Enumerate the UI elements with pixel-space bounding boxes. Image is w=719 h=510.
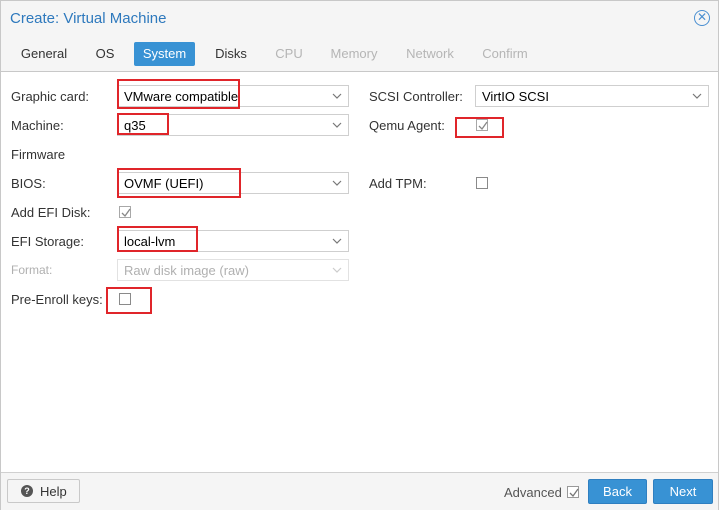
chevron-down-icon: [332, 122, 342, 128]
bios-label: BIOS:: [11, 176, 46, 191]
add-efi-disk-label: Add EFI Disk:: [11, 205, 91, 220]
check-icon: [121, 208, 131, 218]
dialog-title: Create: Virtual Machine: [10, 10, 167, 27]
next-button[interactable]: Next: [653, 479, 713, 504]
tab-os[interactable]: OS: [87, 42, 123, 66]
scsi-controller-select[interactable]: VirtIO SCSI: [475, 85, 709, 107]
format-label: Format:: [11, 263, 53, 277]
tab-cpu: CPU: [275, 46, 303, 61]
highlight-efi-storage: [117, 226, 198, 252]
pre-enroll-keys-label: Pre-Enroll keys:: [11, 292, 103, 307]
dialog-footer: ? Help Advanced Back Next: [1, 472, 718, 510]
highlight-graphic-card: [117, 79, 240, 109]
highlight-machine: [117, 113, 169, 135]
chevron-down-icon: [332, 93, 342, 99]
efi-storage-label: EFI Storage:: [11, 234, 84, 249]
help-button-label: Help: [40, 484, 67, 499]
tab-memory: Memory: [330, 46, 378, 61]
help-icon: ?: [21, 485, 33, 497]
graphic-card-label: Graphic card:: [11, 89, 90, 104]
format-select: Raw disk image (raw): [117, 259, 349, 281]
create-vm-dialog: Create: Virtual Machine ✕ General OS Sys…: [0, 0, 719, 510]
chevron-down-icon: [692, 93, 702, 99]
tab-general[interactable]: General: [11, 42, 77, 66]
add-tpm-label: Add TPM:: [369, 176, 427, 191]
chevron-down-icon: [332, 238, 342, 244]
chevron-down-icon: [332, 180, 342, 186]
add-efi-disk-checkbox[interactable]: [119, 206, 131, 218]
machine-label: Machine:: [11, 118, 64, 133]
advanced-checkbox[interactable]: [567, 486, 579, 498]
scsi-controller-value: VirtIO SCSI: [482, 89, 549, 104]
qemu-agent-label: Qemu Agent:: [369, 118, 445, 133]
highlight-pre-enroll: [106, 287, 152, 314]
format-value: Raw disk image (raw): [124, 263, 249, 278]
tab-disks[interactable]: Disks: [205, 42, 257, 66]
check-icon: [569, 488, 579, 498]
close-icon[interactable]: ✕: [694, 10, 710, 26]
dialog-titlebar: Create: Virtual Machine ✕: [1, 1, 718, 37]
tab-confirm: Confirm: [482, 46, 528, 61]
help-button[interactable]: ? Help: [7, 479, 80, 503]
highlight-bios: [117, 168, 241, 198]
highlight-qemu-agent: [455, 117, 504, 138]
wizard-tabs: General OS System Disks CPU Memory Netwo…: [1, 37, 718, 72]
tab-network: Network: [406, 46, 454, 61]
add-tpm-checkbox[interactable]: [476, 177, 488, 189]
scsi-controller-label: SCSI Controller:: [369, 89, 463, 104]
advanced-label: Advanced: [504, 485, 562, 500]
tab-system[interactable]: System: [134, 42, 195, 66]
firmware-heading: Firmware: [11, 147, 66, 162]
chevron-down-icon: [332, 267, 342, 273]
back-button[interactable]: Back: [588, 479, 647, 504]
